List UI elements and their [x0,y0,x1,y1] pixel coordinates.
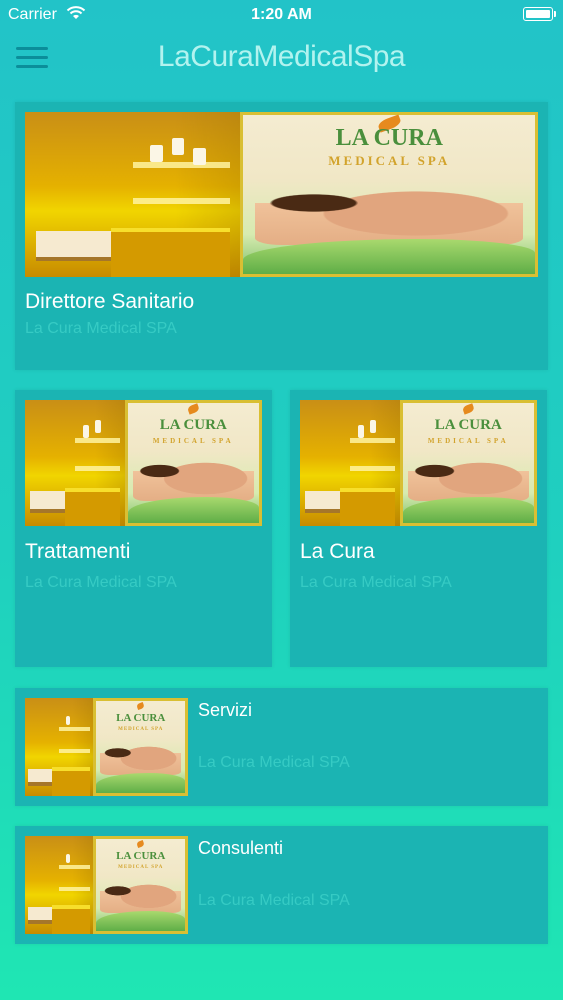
card-title: La Cura [300,540,375,563]
card-title: Servizi [198,700,253,720]
card-subtitle: La Cura Medical SPA [198,892,350,909]
card-subtitle: La Cura Medical SPA [25,320,177,337]
card-trattamenti[interactable]: LA CURA MEDICAL SPA Trattamenti La Cura … [15,390,272,667]
image-brand-subtext: MEDICAL SPA [328,153,451,169]
card-subtitle: La Cura Medical SPA [198,754,350,771]
battery-icon [523,7,556,21]
card-image: LA CURA MEDICAL SPA [25,836,188,934]
image-brand-text: LA CURA [335,124,443,151]
image-brand-text: LA CURA [434,417,502,434]
card-subtitle: La Cura Medical SPA [300,574,452,591]
app-title: LaCuraMedicalSpa [157,40,406,73]
image-brand-subtext: MEDICAL SPA [118,864,164,870]
image-brand-text: LA CURA [159,417,227,434]
card-direttore-sanitario[interactable]: LA CURA MEDICAL SPA Direttore Sanitario … [15,102,548,370]
card-image: LA CURA MEDICAL SPA [300,400,537,526]
card-image: LA CURA MEDICAL SPA [25,400,262,526]
image-brand-subtext: MEDICAL SPA [152,436,234,445]
status-time: 1:20 AM [251,6,312,23]
card-la-cura[interactable]: LA CURA MEDICAL SPA La Cura La Cura Medi… [290,390,547,667]
card-consulenti[interactable]: LA CURA MEDICAL SPA Consulenti La Cura M… [15,826,548,944]
card-servizi[interactable]: LA CURA MEDICAL SPA Servizi La Cura Medi… [15,688,548,806]
status-bar: Carrier 1:20 AM [0,0,563,30]
image-brand-text: LA CURA [116,850,166,863]
card-title: Consulenti [198,838,284,858]
image-brand-text: LA CURA [116,712,166,725]
card-subtitle: La Cura Medical SPA [25,574,177,591]
card-image: LA CURA MEDICAL SPA [25,698,188,796]
card-title: Trattamenti [25,540,131,563]
card-image: LA CURA MEDICAL SPA [25,112,538,277]
card-title: Direttore Sanitario [25,290,195,313]
navigation-bar: LaCuraMedicalSpa [0,30,563,88]
image-brand-subtext: MEDICAL SPA [427,436,509,445]
image-brand-subtext: MEDICAL SPA [118,726,164,732]
